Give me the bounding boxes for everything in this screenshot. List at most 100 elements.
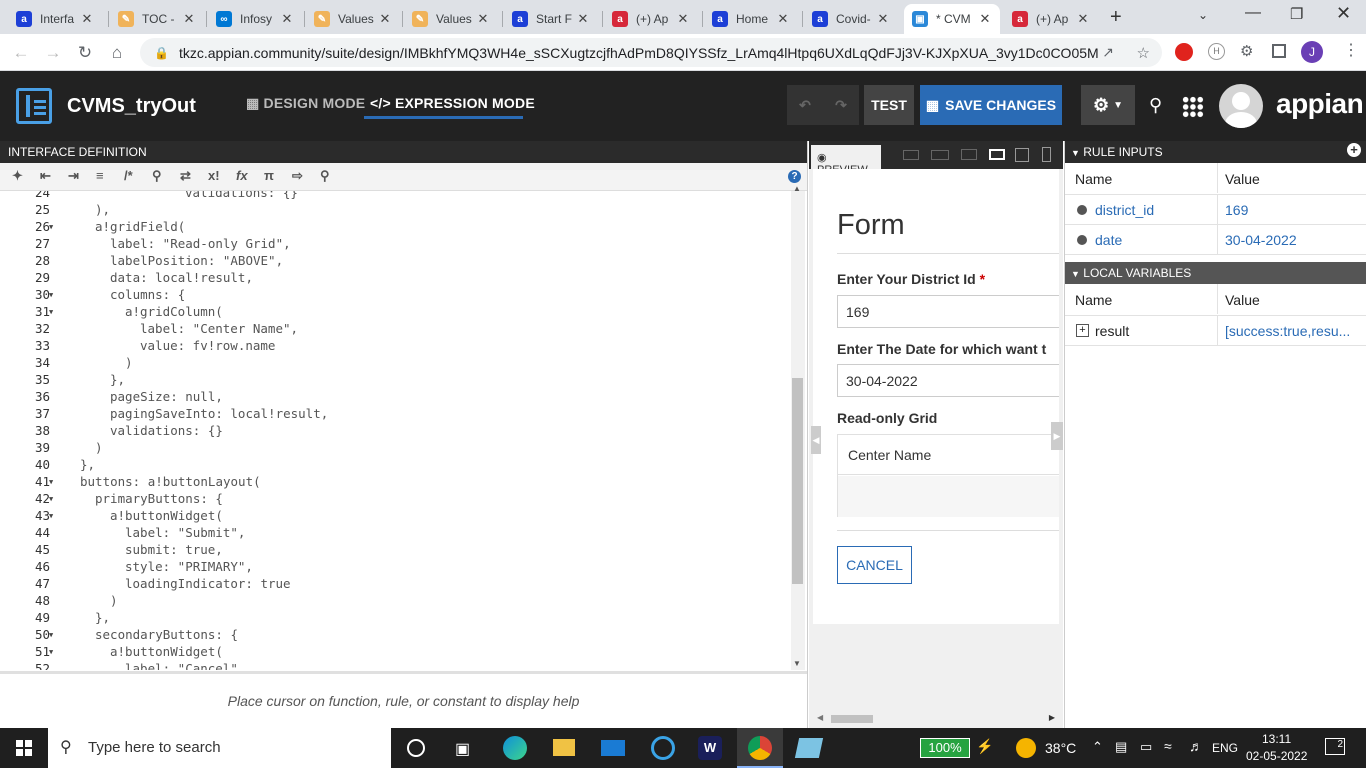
cancel-button[interactable]: CANCEL	[837, 546, 912, 584]
code-line[interactable]: primaryButtons: {	[95, 490, 223, 507]
collapse-right-handle[interactable]: ▶	[1051, 422, 1063, 450]
new-tab-button[interactable]: +	[1110, 6, 1122, 29]
tab-close-icon[interactable]: ✕	[978, 11, 992, 27]
tablet-portrait-icon[interactable]	[1015, 148, 1029, 162]
constant-pi-icon[interactable]: π	[264, 168, 274, 183]
rule-input-row[interactable]: district_id 169	[1065, 195, 1366, 225]
wifi-icon[interactable]: ≈	[1164, 738, 1172, 754]
tab-close-icon[interactable]: ✕	[676, 11, 690, 27]
code-line[interactable]: pageSize: null,	[110, 388, 223, 405]
save-changes-button[interactable]: ▦ SAVE CHANGES	[920, 85, 1062, 125]
rule-input-value[interactable]: 169	[1225, 202, 1248, 218]
local-variable-value[interactable]: [success:true,resu...	[1225, 323, 1350, 339]
browser-tab[interactable]: a Start F ✕	[504, 4, 598, 34]
code-line[interactable]: },	[80, 456, 95, 473]
phone-portrait-icon[interactable]	[1042, 147, 1051, 162]
rule-input-name[interactable]: date	[1095, 232, 1122, 248]
browser-tab[interactable]: ✎ Values ✕	[404, 4, 498, 34]
tab-close-icon[interactable]: ✕	[576, 11, 590, 27]
grid-column-header[interactable]: Center Name	[838, 435, 1059, 475]
volume-icon[interactable]: ♬	[1189, 738, 1203, 754]
help-icon[interactable]: ?	[788, 170, 801, 183]
fold-caret-icon[interactable]: ▼	[49, 308, 53, 316]
editor-scroll-thumb[interactable]	[792, 378, 803, 584]
test-button[interactable]: TEST	[864, 85, 914, 125]
browser-tab[interactable]: ∞ Infosy ✕	[208, 4, 302, 34]
browser-tab[interactable]: a Home ✕	[704, 4, 798, 34]
code-line[interactable]: value: fv!row.name	[140, 337, 275, 354]
date-input[interactable]: 30-04-2022	[837, 364, 1059, 397]
file-explorer-icon[interactable]	[553, 739, 575, 756]
expression-x-icon[interactable]: x!	[208, 168, 220, 183]
code-line[interactable]: )	[95, 439, 103, 456]
replace-shuffle-icon[interactable]: ⇄	[180, 168, 191, 184]
battery-indicator[interactable]: 100%	[920, 738, 970, 758]
rule-input-row[interactable]: date 30-04-2022	[1065, 225, 1366, 255]
design-mode-tab[interactable]: ▦ DESIGN MODE	[246, 95, 365, 112]
local-variables-header[interactable]: ▼ LOCAL VARIABLES	[1065, 262, 1366, 284]
find-icon[interactable]: ⚲	[152, 168, 162, 184]
minimize-icon[interactable]: —	[1245, 4, 1261, 22]
clock-time[interactable]: 13:11	[1262, 732, 1291, 746]
query-icon[interactable]: ⚲	[320, 168, 330, 184]
taskbar-search-box[interactable]: ⚲ Type here to search	[48, 728, 391, 768]
rule-inputs-header[interactable]: ▼ RULE INPUTS +	[1065, 141, 1366, 163]
side-panel-icon[interactable]	[1272, 44, 1286, 58]
code-line[interactable]: style: "PRIMARY",	[125, 558, 253, 575]
browser-tab[interactable]: ✎ TOC - ✕	[110, 4, 204, 34]
code-line[interactable]: submit: true,	[125, 541, 223, 558]
redo-button[interactable]: ↷	[823, 85, 859, 125]
fold-caret-icon[interactable]: ▼	[49, 631, 53, 639]
language-indicator[interactable]: ENG	[1212, 741, 1238, 755]
fold-caret-icon[interactable]: ▼	[49, 495, 53, 503]
code-line[interactable]: data: local!result,	[110, 269, 253, 286]
webex-icon[interactable]: W	[698, 736, 722, 760]
code-line[interactable]: label: "Submit",	[125, 524, 245, 541]
browser-tab[interactable]: a Interfa ✕	[8, 4, 102, 34]
app-navigation-grid-icon[interactable]	[1182, 96, 1204, 118]
home-icon[interactable]: ⌂	[104, 40, 130, 66]
comment-icon[interactable]: /*	[124, 168, 133, 183]
code-line[interactable]: secondaryButtons: {	[95, 626, 238, 643]
tab-close-icon[interactable]: ✕	[378, 11, 392, 27]
app-circle-icon[interactable]	[651, 736, 675, 760]
code-line[interactable]: loadingIndicator: true	[125, 575, 291, 592]
code-line[interactable]: columns: {	[110, 286, 185, 303]
tab-close-icon[interactable]: ✕	[1076, 11, 1090, 27]
code-line[interactable]: },	[95, 609, 110, 626]
task-view-icon[interactable]: ▣	[455, 739, 470, 759]
show-hidden-icons-icon[interactable]: ⌃	[1092, 739, 1103, 755]
editor-scrollbar[interactable]: ▲ ▼	[791, 184, 805, 670]
code-line[interactable]: validations: {}	[185, 191, 298, 201]
phone-landscape-icon[interactable]	[903, 150, 919, 160]
notifications-icon[interactable]: 2	[1325, 738, 1345, 755]
expression-mode-tab[interactable]: </> EXPRESSION MODE	[370, 95, 535, 111]
browser-tab[interactable]: a (+) Ap ✕	[604, 4, 698, 34]
code-line[interactable]: pagingSaveInto: local!result,	[110, 405, 328, 422]
outdent-icon[interactable]: ⇤	[40, 168, 51, 184]
tab-close-icon[interactable]: ✕	[776, 11, 790, 27]
rule-input-name[interactable]: district_id	[1095, 202, 1154, 218]
indent-icon[interactable]: ⇥	[68, 168, 79, 184]
preview-hscrollbar[interactable]: ◀ ▶	[813, 713, 1059, 725]
preview-scroll-thumb[interactable]	[831, 715, 873, 723]
url-field[interactable]: 🔒 tkzc.appian.community/suite/design/IMB…	[140, 38, 1162, 67]
user-avatar[interactable]	[1219, 84, 1263, 128]
profile-avatar[interactable]: J	[1301, 41, 1323, 63]
undo-button[interactable]: ↶	[787, 85, 823, 125]
settings-gear-button[interactable]: ⚙ ▼	[1081, 85, 1135, 125]
tablet-landscape-icon[interactable]	[931, 150, 949, 160]
tab-close-icon[interactable]: ✕	[876, 11, 890, 27]
code-line[interactable]: a!buttonWidget(	[110, 507, 223, 524]
tab-close-icon[interactable]: ✕	[476, 11, 490, 27]
fold-caret-icon[interactable]: ▼	[49, 478, 53, 486]
network-device-icon[interactable]: ▤	[1115, 739, 1127, 755]
reload-icon[interactable]: ↻	[72, 40, 98, 66]
function-icon[interactable]: fx	[236, 168, 248, 183]
code-line[interactable]: label: "Read-only Grid",	[110, 235, 291, 252]
clock-date[interactable]: 02-05-2022	[1246, 749, 1307, 763]
code-line[interactable]: validations: {}	[110, 422, 223, 439]
code-line[interactable]: labelPosition: "ABOVE",	[110, 252, 283, 269]
bookmark-star-icon[interactable]: ☆	[1137, 44, 1150, 62]
code-line[interactable]: a!gridField(	[95, 218, 185, 235]
